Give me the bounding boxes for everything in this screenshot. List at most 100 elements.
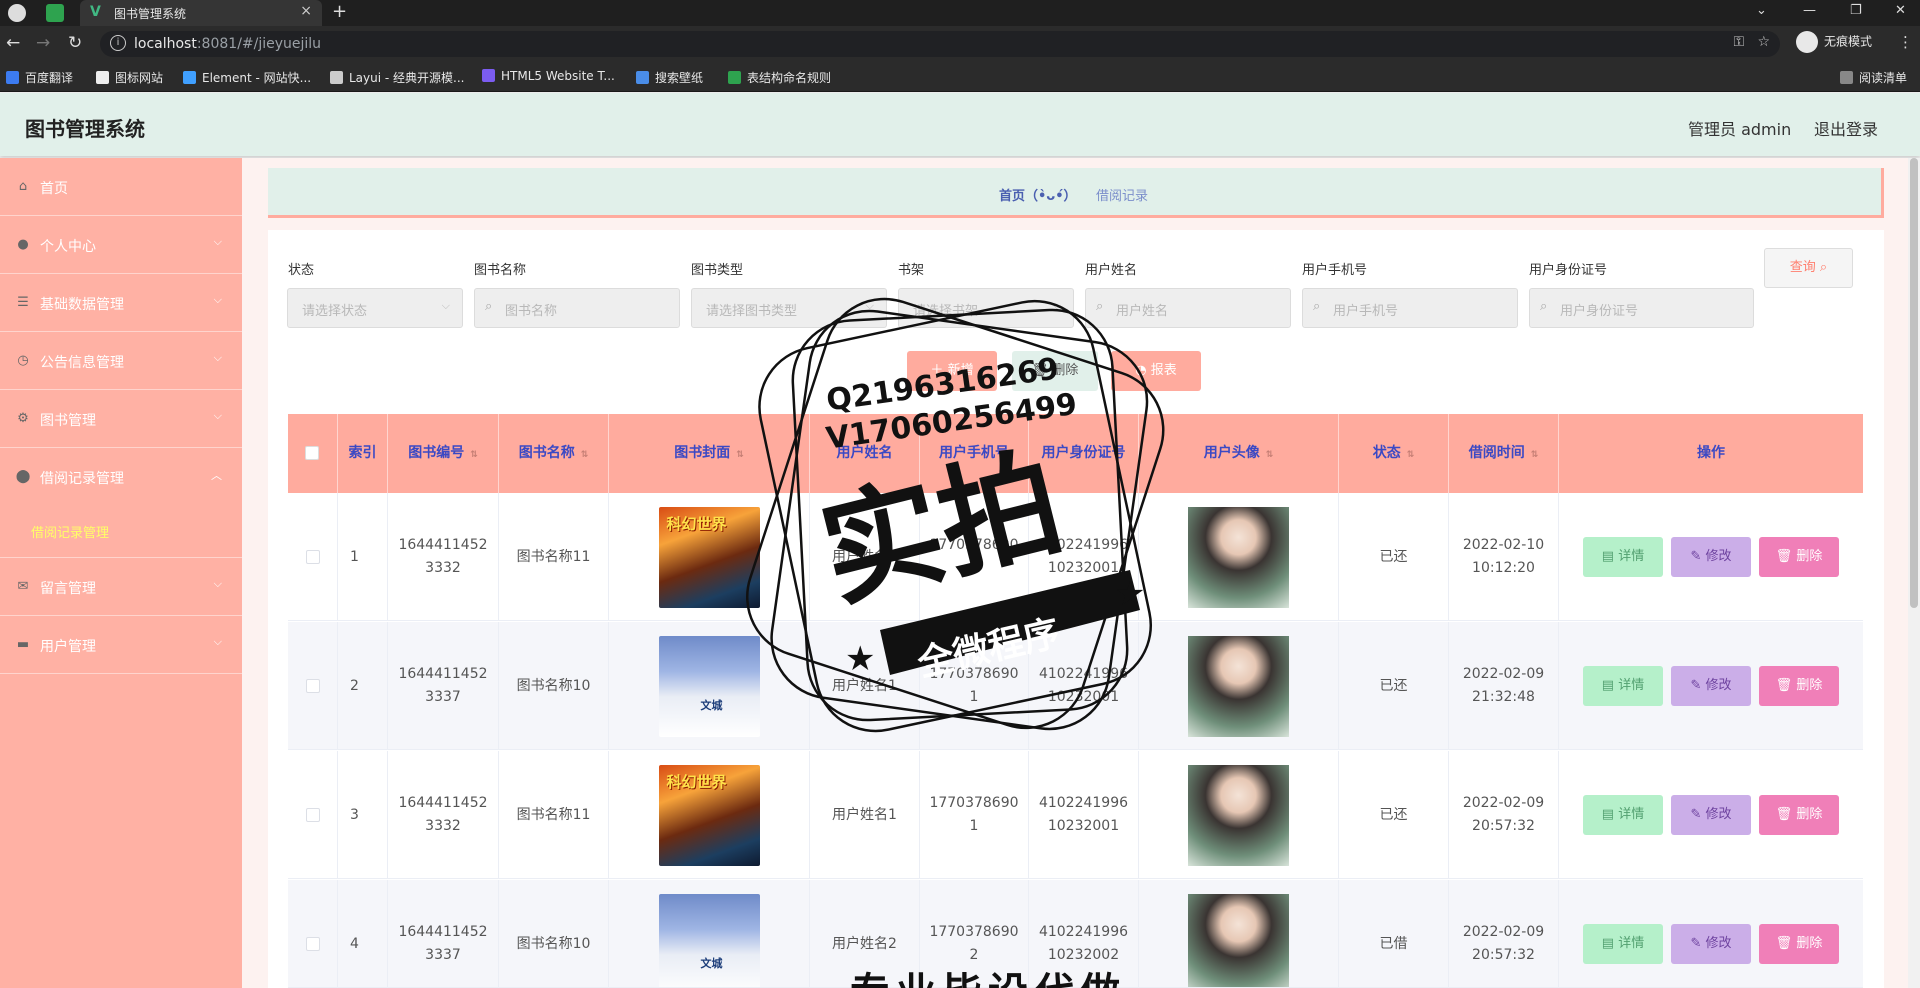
- tab-close-icon[interactable]: ×: [300, 3, 312, 19]
- sidebar-item-books[interactable]: ⚙ 图书管理 ⌵: [0, 390, 242, 448]
- col-cover[interactable]: 图书封面 ⇅: [609, 414, 810, 493]
- sidebar-subitem-borrow-records[interactable]: 借阅记录管理: [31, 522, 109, 541]
- bookmark-item[interactable]: 表结构命名规则: [728, 69, 831, 86]
- bookmark-item[interactable]: 搜索壁纸: [636, 69, 703, 86]
- sidebar-item-notice[interactable]: ◷ 公告信息管理 ⌵: [0, 332, 242, 390]
- select-all-cell: [288, 414, 338, 493]
- row-checkbox[interactable]: [305, 808, 320, 822]
- sidebar-item-borrow[interactable]: ⬤ 借阅记录管理 ︿: [0, 448, 242, 558]
- delete-button[interactable]: 🗑 删除: [1759, 795, 1839, 835]
- browser-tabbar: V 图书管理系统 × + ⌄ — ❐ ✕: [0, 0, 1920, 26]
- book-cover-image[interactable]: 科幻世界: [658, 764, 760, 866]
- status-select[interactable]: 请选择状态 ⌵: [287, 288, 463, 328]
- user-avatar-image[interactable]: [1188, 764, 1289, 866]
- url-text: localhost:8081/#/jieyuejilu: [134, 36, 322, 52]
- add-button[interactable]: ＋ 新增: [907, 351, 997, 391]
- new-tab-button[interactable]: +: [332, 1, 347, 22]
- bookmark-item[interactable]: HTML5 Website T...: [482, 69, 615, 83]
- close-window-icon[interactable]: ✕: [1895, 3, 1906, 18]
- edit-button[interactable]: ✎ 修改: [1671, 795, 1751, 835]
- site-info-icon[interactable]: i: [110, 35, 126, 51]
- col-index[interactable]: 索引: [338, 414, 388, 493]
- book-type-select[interactable]: 请选择图书类型 ⌵: [691, 288, 887, 328]
- col-avatar[interactable]: 用户头像 ⇅: [1139, 414, 1339, 493]
- minimize-icon[interactable]: —: [1803, 3, 1816, 18]
- url-field[interactable]: i localhost:8081/#/jieyuejilu ⚿ ☆: [100, 31, 1780, 57]
- user-name-input[interactable]: ⌕ 用户姓名: [1085, 288, 1291, 328]
- back-icon[interactable]: ←: [6, 33, 20, 53]
- row-checkbox[interactable]: [305, 937, 320, 951]
- query-button[interactable]: 查询 ⌕: [1764, 248, 1853, 288]
- chevron-down-icon: ⌵: [865, 299, 874, 312]
- col-id-card[interactable]: 用户身份证号: [1029, 414, 1139, 493]
- address-bar: ← → ↻ i localhost:8081/#/jieyuejilu ⚿ ☆ …: [0, 26, 1920, 62]
- forward-icon[interactable]: →: [36, 33, 50, 53]
- bookmark-item[interactable]: 百度翻译: [6, 69, 73, 86]
- scrollbar-thumb[interactable]: [1910, 158, 1918, 608]
- detail-button[interactable]: ▤ 详情: [1583, 666, 1663, 706]
- book-name-input[interactable]: ⌕ 图书名称: [474, 288, 680, 328]
- table-row: 3 1644411452 3332 图书名称11 科幻世界 用户姓名1 17703…: [288, 751, 1863, 879]
- book-cover-image[interactable]: 文城: [658, 893, 760, 987]
- col-borrow-time[interactable]: 借阅时间 ⇅: [1449, 414, 1559, 493]
- shelf-select[interactable]: 请选择书架 ⌵: [898, 288, 1074, 328]
- delete-button[interactable]: 🗑 删除: [1759, 537, 1839, 577]
- row-actions: ▤ 详情 ✎ 修改 🗑 删除: [1559, 622, 1863, 750]
- user-avatar-image[interactable]: [1188, 506, 1289, 608]
- tab-search-icon[interactable]: ⌄: [1756, 3, 1767, 18]
- col-book-name[interactable]: 图书名称 ⇅: [499, 414, 609, 493]
- sheet-tab-icon[interactable]: [46, 4, 64, 22]
- row-phone: 1770378690 1: [920, 751, 1029, 879]
- tab-title: 图书管理系统: [114, 7, 187, 21]
- breadcrumb-home[interactable]: 首页（•̀ᴗ•́）: [999, 185, 1077, 204]
- sidebar-item-users[interactable]: ▬ 用户管理 ⌵: [0, 616, 242, 674]
- bookmark-item[interactable]: 图标网站: [96, 69, 163, 86]
- reading-list[interactable]: 阅读清单: [1840, 69, 1907, 86]
- detail-button[interactable]: ▤ 详情: [1583, 537, 1663, 577]
- chevron-up-icon: ︿: [211, 469, 222, 482]
- delete-button[interactable]: 🗑 删除: [1759, 924, 1839, 964]
- sidebar-item-home[interactable]: ⌂ 首页: [0, 158, 242, 216]
- menu-dots-icon[interactable]: ⋮: [1898, 33, 1913, 51]
- bookmark-item[interactable]: Element - 网站快...: [183, 69, 311, 86]
- col-book-no[interactable]: 图书编号 ⇅: [388, 414, 499, 493]
- sidebar-item-messages[interactable]: ✉ 留言管理 ⌵: [0, 558, 242, 616]
- detail-button[interactable]: ▤ 详情: [1583, 924, 1663, 964]
- active-tab[interactable]: V 图书管理系统 ×: [80, 0, 322, 26]
- user-avatar-image[interactable]: [1188, 635, 1289, 737]
- book-cover-image[interactable]: 文城: [658, 635, 760, 737]
- col-user-name[interactable]: 用户姓名: [810, 414, 920, 493]
- incognito-indicator[interactable]: 无痕模式: [1796, 31, 1872, 53]
- col-status[interactable]: 状态 ⇅: [1339, 414, 1449, 493]
- reload-icon[interactable]: ↻: [68, 33, 82, 53]
- row-checkbox[interactable]: [305, 550, 320, 564]
- pin-icon: ⬤: [15, 469, 31, 484]
- col-phone[interactable]: 用户手机号: [920, 414, 1029, 493]
- delete-button[interactable]: 🗑 删除: [1759, 666, 1839, 706]
- page-scrollbar[interactable]: [1908, 158, 1920, 988]
- filter-label-book-type: 图书类型: [691, 263, 744, 278]
- select-all-checkbox[interactable]: [305, 446, 319, 460]
- globe-icon[interactable]: [8, 4, 26, 22]
- sidebar-item-label: 图书管理: [40, 413, 96, 429]
- sidebar-item-base-data[interactable]: ☰ 基础数据管理 ⌵: [0, 274, 242, 332]
- edit-button[interactable]: ✎ 修改: [1671, 537, 1751, 577]
- sidebar-item-label: 留言管理: [40, 581, 96, 597]
- row-checkbox[interactable]: [305, 679, 320, 693]
- edit-button[interactable]: ✎ 修改: [1671, 924, 1751, 964]
- row-cover-cell: 科幻世界: [609, 493, 810, 621]
- user-avatar-image[interactable]: [1188, 893, 1289, 987]
- sidebar-item-profile[interactable]: ● 个人中心 ⌵: [0, 216, 242, 274]
- batch-delete-button[interactable]: 🗑 删除: [1012, 351, 1098, 391]
- report-button[interactable]: ◔ 报表: [1111, 351, 1201, 391]
- id-card-input[interactable]: ⌕ 用户身份证号: [1529, 288, 1754, 328]
- bookmark-item[interactable]: Layui - 经典开源模...: [330, 69, 464, 86]
- phone-input[interactable]: ⌕ 用户手机号: [1302, 288, 1518, 328]
- key-star-icons[interactable]: ⚿ ☆: [1733, 34, 1770, 50]
- detail-button[interactable]: ▤ 详情: [1583, 795, 1663, 835]
- row-id-card: 4102241996 10232001: [1029, 493, 1139, 621]
- restore-icon[interactable]: ❐: [1850, 3, 1862, 18]
- book-cover-image[interactable]: 科幻世界: [658, 506, 760, 608]
- edit-button[interactable]: ✎ 修改: [1671, 666, 1751, 706]
- logout-button[interactable]: 退出登录: [1814, 116, 1878, 140]
